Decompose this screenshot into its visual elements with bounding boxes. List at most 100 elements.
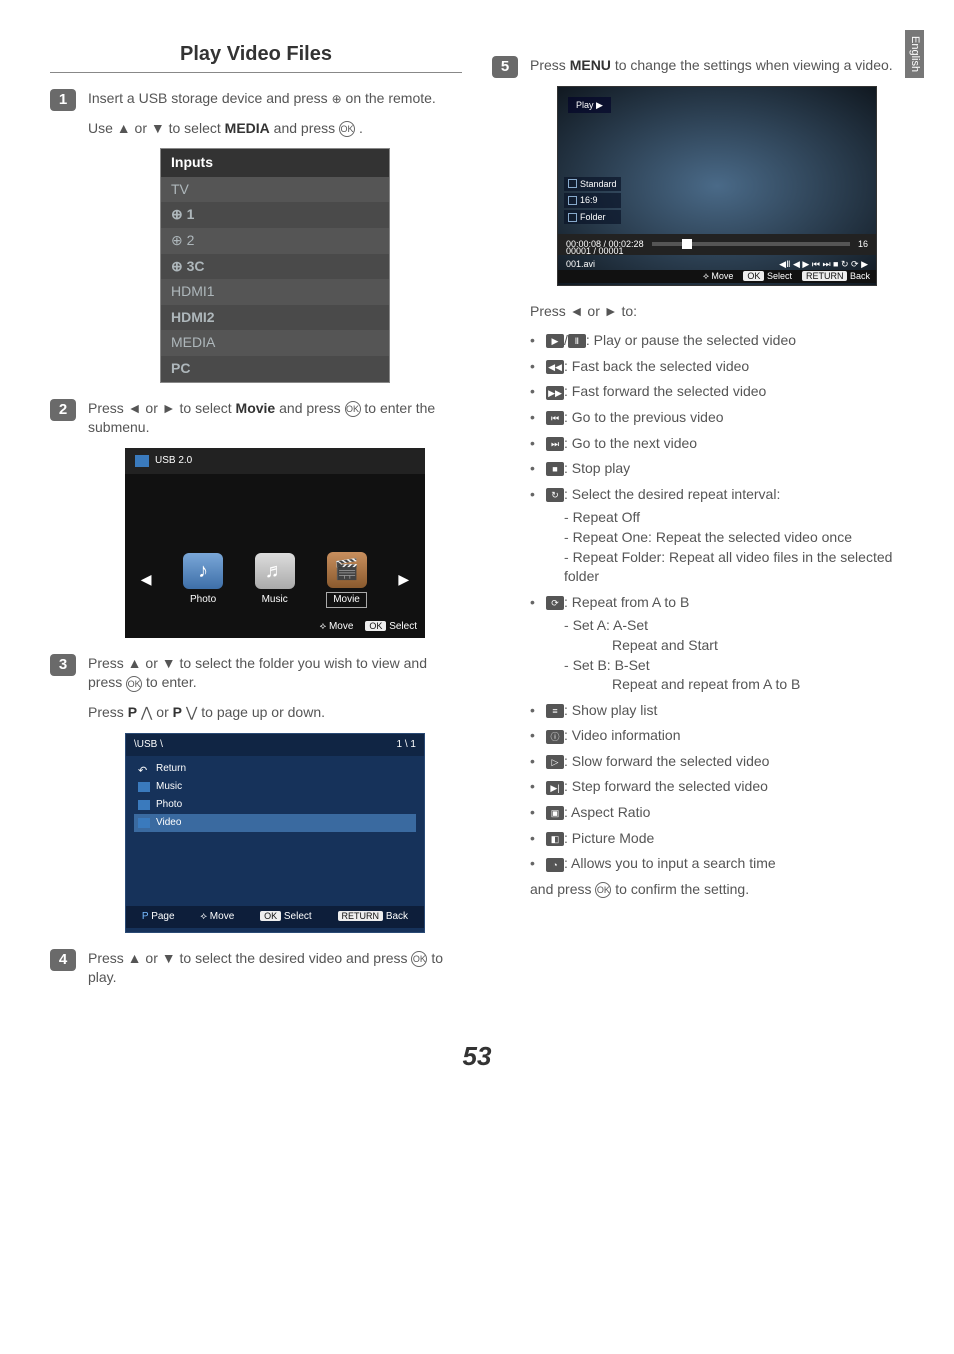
ok-icon: OK [345, 401, 361, 417]
set-a-desc: Repeat and Start [564, 636, 904, 656]
step-3-badge: 3 [50, 654, 76, 676]
folder-return: Return [156, 762, 186, 776]
hint-move: ⟡ Move [703, 270, 733, 283]
return-icon: ↶ [138, 764, 150, 774]
ctrl-fast-back: ◀◀: Fast back the selected video [530, 357, 904, 377]
step3-text-b: to enter. [146, 674, 197, 690]
step3-text-c: Press [88, 704, 128, 720]
ctrl-next: ⏭: Go to the next video [530, 434, 904, 454]
folder-music: Music [156, 780, 182, 794]
hint-back: RETURN Back [802, 270, 870, 283]
repeat-off: Repeat Off [564, 508, 904, 528]
ok-icon: OK [595, 882, 611, 898]
step2-movie: Movie [236, 400, 276, 416]
step-4-badge: 4 [50, 949, 76, 971]
step5-menu: MENU [570, 57, 611, 73]
hint-select: OK Select [743, 270, 792, 283]
set-b: Set B: B-Set Repeat and repeat from A to… [564, 656, 904, 695]
step-5-body: Press MENU to change the settings when v… [530, 56, 904, 909]
set-a: Set A: A-Set Repeat and Start [564, 616, 904, 655]
repeat-icon: ↻ [546, 488, 564, 502]
media-photo-label: Photo [183, 593, 223, 607]
slow-fwd-icon: ▷ [546, 755, 564, 769]
video-file: 001.avi [566, 258, 624, 271]
playback-controls: ◀Ⅱ ◀ ▶ ⏮ ⏭ ■ ↻ ⟳ ▶ Pause [779, 258, 868, 271]
inputs-row: MEDIA [161, 330, 389, 356]
inputs-screenshot: Inputs TV ⊕ 1 ⊕ 2 ⊕ 3C HDMI1 HDMI2 MEDIA… [160, 148, 390, 382]
media-music-label: Music [255, 593, 295, 607]
step1-text2-b: and press [274, 120, 339, 136]
usb-icon [135, 455, 149, 467]
step3-text-d: ⋀ or [141, 704, 173, 720]
inputs-row: HDMI1 [161, 279, 389, 305]
folder-path: \USB \ [134, 738, 163, 752]
inputs-row: ⊕ 1 [161, 202, 389, 228]
folder-video: Video [156, 816, 181, 830]
step1-text-a: Insert a USB storage device and press [88, 90, 332, 106]
step5-text-a: Press [530, 57, 570, 73]
media-movie-label: Movie [326, 592, 367, 608]
confirm-line: and press OK to confirm the setting. [530, 880, 904, 900]
inputs-row: ⊕ 3C [161, 254, 389, 280]
picture-mode-icon: ◧ [546, 832, 564, 846]
step-4-body: Press ▲ or ▼ to select the desired video… [88, 949, 462, 998]
ctrl-aspect: ▣: Aspect Ratio [530, 803, 904, 823]
ctrl-repeat: ↻: Select the desired repeat interval: R… [530, 485, 904, 587]
aspect-icon: ▣ [546, 806, 564, 820]
prev-icon: ⏮ [546, 411, 564, 425]
fast-fwd-icon: ▶▶ [546, 386, 564, 400]
page-number: 53 [50, 1038, 904, 1074]
step1-text2-a: Use ▲ or ▼ to select [88, 120, 225, 136]
ctrl-ab-repeat: ⟳: Repeat from A to B Set A: A-Set Repea… [530, 593, 904, 695]
nav-left-icon: ◀ [141, 570, 152, 590]
step-3-body: Press ▲ or ▼ to select the folder you wi… [88, 654, 462, 933]
folder-icon [138, 782, 150, 792]
step1-text-b: on the remote. [346, 90, 436, 106]
media-select-screenshot: USB 2.0 ◀ ♪ Photo ♬ Music 🎬 [125, 448, 425, 638]
nav-right-icon: ▶ [398, 570, 409, 590]
hint-back: RETURN Back [338, 910, 409, 924]
ctrl-fast-forward: ▶▶: Fast forward the selected video [530, 382, 904, 402]
step1-media: MEDIA [225, 120, 270, 136]
section-title: Play Video Files [50, 40, 462, 73]
step5-text-b: to change the settings when viewing a vi… [615, 57, 893, 73]
step1-text2-c: . [359, 120, 363, 136]
video-playback-screenshot: Play ▶ Standard 16:9 Folder 00:00:08 / 0… [557, 86, 877, 286]
step3-text-e: ⋁ to page up or down. [186, 704, 325, 720]
hint-move: ⟡ Move [200, 910, 234, 924]
repeat-one: Repeat One: Repeat the selected video on… [564, 528, 904, 548]
inputs-header: Inputs [161, 149, 389, 177]
music-icon: ♬ [255, 553, 295, 589]
pause-icon: Ⅱ [568, 334, 586, 348]
step2-text-a: Press ◄ or ► to select [88, 400, 236, 416]
ctrl-slow-fwd: ▷: Slow forward the selected video [530, 752, 904, 772]
folder-list-screenshot: \USB \ 1 \ 1 ↶Return Music Photo Video P… [125, 733, 425, 933]
play-chip: Play ▶ [568, 97, 611, 114]
step-1-badge: 1 [50, 89, 76, 111]
ctrl-info: ⓘ: Video information [530, 726, 904, 746]
step-5-badge: 5 [492, 56, 518, 78]
photo-icon: ♪ [183, 553, 223, 589]
info-icon: ⓘ [546, 730, 564, 744]
inputs-row: ⊕ 2 [161, 228, 389, 254]
fast-back-icon: ◀◀ [546, 360, 564, 374]
hint-move: ⟡ Move [320, 620, 354, 634]
source-icon: ⊕ [332, 91, 342, 108]
hint-select: OK Select [365, 620, 417, 634]
p-key: P [128, 704, 137, 720]
movie-icon: 🎬 [327, 552, 367, 588]
play-icon: ▶ [546, 334, 564, 348]
ctrl-step-fwd: ▶|: Step forward the selected video [530, 777, 904, 797]
ab-repeat-icon: ⟳ [546, 596, 564, 610]
ok-icon: OK [126, 676, 142, 692]
step-1-body: Insert a USB storage device and press ⊕ … [88, 89, 462, 383]
folder-icon [138, 818, 150, 828]
video-count: 16 [858, 238, 868, 251]
ok-icon: OK [411, 951, 427, 967]
stop-icon: ■ [546, 462, 564, 476]
hint-select: OK Select [260, 910, 312, 924]
step2-text-b: and press [279, 400, 344, 416]
folder-page: 1 \ 1 [397, 738, 416, 752]
step-fwd-icon: ▶| [546, 781, 564, 795]
p-key: P [173, 704, 182, 720]
